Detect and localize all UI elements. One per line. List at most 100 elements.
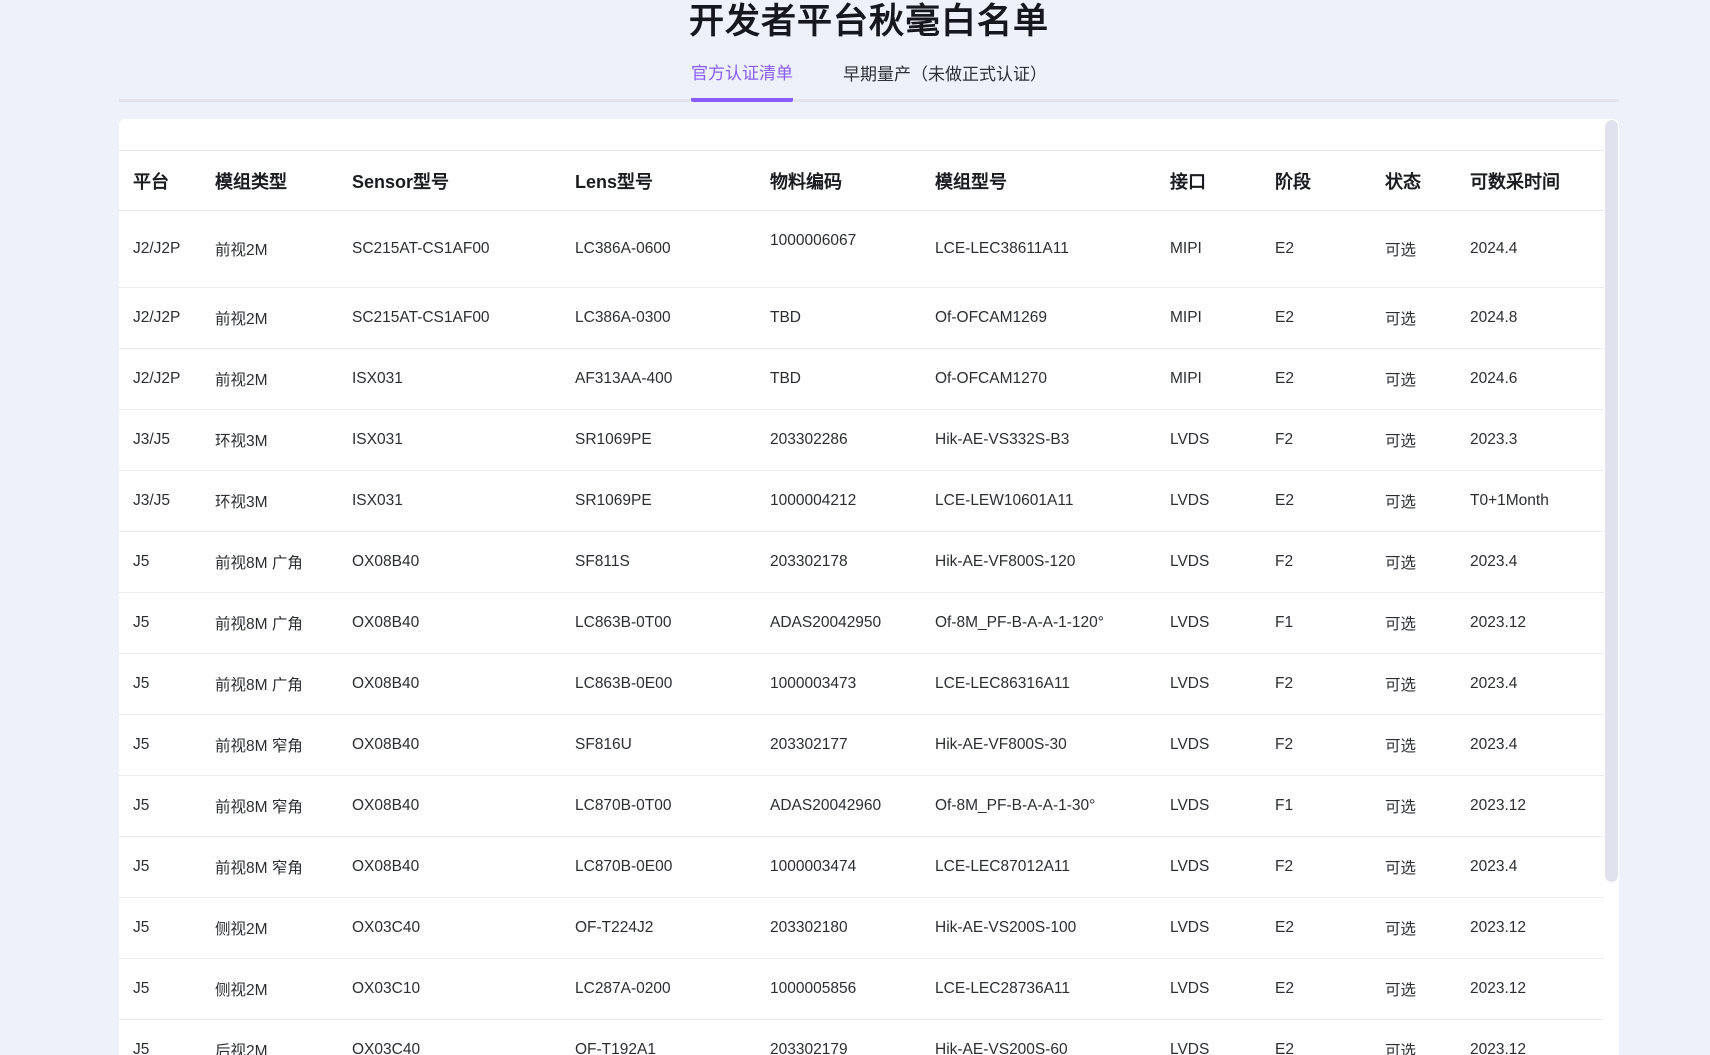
table-cell: F1 (1261, 592, 1371, 654)
table-row: J5 侧视2M OX03C10 LC287A-0200 1000005856 LCE-LE… (119, 958, 1604, 1020)
table-cell: 可选 (1371, 287, 1456, 349)
table-cell: F2 (1261, 836, 1371, 898)
table-row: J2/J2P 前视2M ISX031 AF313AA-400 TBD Of-OFCAM12… (119, 348, 1604, 410)
table-cell: 可选 (1371, 531, 1456, 593)
table-row: J5 前视8M 窄角 OX08B40 SF816U 203302177 Hik-AE-VF… (119, 714, 1604, 776)
column-header: 模组型号 (921, 150, 1156, 211)
table-cell: MIPI (1156, 210, 1261, 288)
table-cell: LC287A-0200 (561, 958, 756, 1020)
table-row: J5 前视8M 广角 OX08B40 SF811S 203302178 Hik-AE-VF… (119, 531, 1604, 593)
table-cell: 可选 (1371, 714, 1456, 776)
table-cell: J3/J5 (119, 470, 201, 532)
table-cell: E2 (1261, 958, 1371, 1020)
table-cell: 2023.12 (1456, 775, 1604, 837)
column-header: 状态 (1371, 150, 1456, 211)
table-cell: 可选 (1371, 653, 1456, 715)
table-cell: Hik-AE-VS200S-60 (921, 1019, 1156, 1055)
table-row: J5 后视2M OX03C40 OF-T192A1 203302179 Hik-AE-VS… (119, 1019, 1604, 1055)
table-row: J2/J2P 前视2M SC215AT-CS1AF00 LC386A-0300 TBD O… (119, 287, 1604, 349)
table-cell: LVDS (1156, 775, 1261, 837)
table-cell: LVDS (1156, 531, 1261, 593)
table-cell: 前视2M (201, 348, 338, 410)
table-cell: Of-8M_PF-B-A-A-1-120° (921, 592, 1156, 654)
table-cell: 2023.12 (1456, 958, 1604, 1020)
table-cell: LVDS (1156, 470, 1261, 532)
table-cell: 可选 (1371, 897, 1456, 959)
table-cell: F2 (1261, 409, 1371, 471)
table-cell: E2 (1261, 470, 1371, 532)
table-cell: 前视8M 广角 (201, 531, 338, 593)
table-cell: Of-8M_PF-B-A-A-1-30° (921, 775, 1156, 837)
tab-early-production[interactable]: 早期量产（未做正式认证） (843, 64, 1047, 99)
table-cell: 1000006067 (756, 210, 921, 288)
column-header: 可数采时间 (1456, 150, 1604, 211)
table-cell: 1000004212 (756, 470, 921, 532)
table-row: J5 侧视2M OX03C40 OF-T224J2 203302180 Hik-AE-VS… (119, 897, 1604, 959)
table-row: J3/J5 环视3M ISX031 SR1069PE 1000004212 LCE-LEW… (119, 470, 1604, 532)
table-cell: LCE-LEC86316A11 (921, 653, 1156, 715)
table-cell: 可选 (1371, 409, 1456, 471)
table-cell: OX08B40 (338, 592, 561, 654)
table-cell: E2 (1261, 210, 1371, 288)
table-cell: 可选 (1371, 1019, 1456, 1055)
table-cell: SR1069PE (561, 409, 756, 471)
table-cell: 1000003473 (756, 653, 921, 715)
table-cell: 前视2M (201, 287, 338, 349)
table-cell: LCE-LEW10601A11 (921, 470, 1156, 532)
table-cell: 2023.12 (1456, 592, 1604, 654)
table-cell: LCE-LEC38611A11 (921, 210, 1156, 288)
table-cell: Of-OFCAM1269 (921, 287, 1156, 349)
table-cell: OX08B40 (338, 653, 561, 715)
table-cell: J5 (119, 592, 201, 654)
table-cell: 1000005856 (756, 958, 921, 1020)
table-cell: TBD (756, 348, 921, 410)
table-cell: Hik-AE-VF800S-30 (921, 714, 1156, 776)
table-cell: 前视8M 广角 (201, 592, 338, 654)
table-cell: TBD (756, 287, 921, 349)
table-cell: 2023.4 (1456, 653, 1604, 715)
table-cell: F1 (1261, 775, 1371, 837)
table-cell: LVDS (1156, 958, 1261, 1020)
table-cell: J5 (119, 836, 201, 898)
table-row: J5 前视8M 窄角 OX08B40 LC870B-0E00 1000003474 LCE… (119, 836, 1604, 898)
table-cell: LVDS (1156, 836, 1261, 898)
table-cell: LC863B-0T00 (561, 592, 756, 654)
table-cell: OX03C10 (338, 958, 561, 1020)
table-cell: 可选 (1371, 470, 1456, 532)
table-cell: OF-T224J2 (561, 897, 756, 959)
table-cell: LC863B-0E00 (561, 653, 756, 715)
table-cell: LVDS (1156, 897, 1261, 959)
table-cell: J2/J2P (119, 348, 201, 410)
column-header: 阶段 (1261, 150, 1371, 211)
table-cell: 可选 (1371, 348, 1456, 410)
table-header-row: 平台 模组类型 Sensor型号 Lens型号 物料编码 模组型号 接口 阶段 状态 可数采时间 (119, 150, 1604, 211)
table-cell: SC215AT-CS1AF00 (338, 210, 561, 288)
table-cell: 203302286 (756, 409, 921, 471)
table-cell: LC386A-0300 (561, 287, 756, 349)
table-cell: LVDS (1156, 409, 1261, 471)
table-cell: 2024.8 (1456, 287, 1604, 349)
tab-official-list[interactable]: 官方认证清单 (691, 63, 793, 102)
table-row: J5 前视8M 广角 OX08B40 LC863B-0E00 1000003473 LCE… (119, 653, 1604, 715)
table-cell: E2 (1261, 287, 1371, 349)
table-cell: E2 (1261, 897, 1371, 959)
table-cell: 侧视2M (201, 897, 338, 959)
table-cell: J5 (119, 531, 201, 593)
table-cell: OF-T192A1 (561, 1019, 756, 1055)
table-row: J5 前视8M 广角 OX08B40 LC863B-0T00 ADAS20042950 O… (119, 592, 1604, 654)
table-cell: 前视8M 窄角 (201, 775, 338, 837)
table-cell: T0+1Month (1456, 470, 1604, 532)
table-cell: E2 (1261, 1019, 1371, 1055)
table-cell: J3/J5 (119, 409, 201, 471)
table-cell: 可选 (1371, 592, 1456, 654)
table-cell: OX03C40 (338, 1019, 561, 1055)
table-cell: LCE-LEC87012A11 (921, 836, 1156, 898)
vertical-scrollbar-thumb[interactable] (1605, 120, 1618, 882)
table-wrap: 平台 模组类型 Sensor型号 Lens型号 物料编码 模组型号 接口 阶段 状态 可数采时间 … (119, 150, 1604, 1055)
column-header: Sensor型号 (338, 150, 561, 211)
table-cell: 侧视2M (201, 958, 338, 1020)
table-cell: J5 (119, 653, 201, 715)
table-cell: SR1069PE (561, 470, 756, 532)
table-cell: LC870B-0T00 (561, 775, 756, 837)
table-cell: ISX031 (338, 470, 561, 532)
